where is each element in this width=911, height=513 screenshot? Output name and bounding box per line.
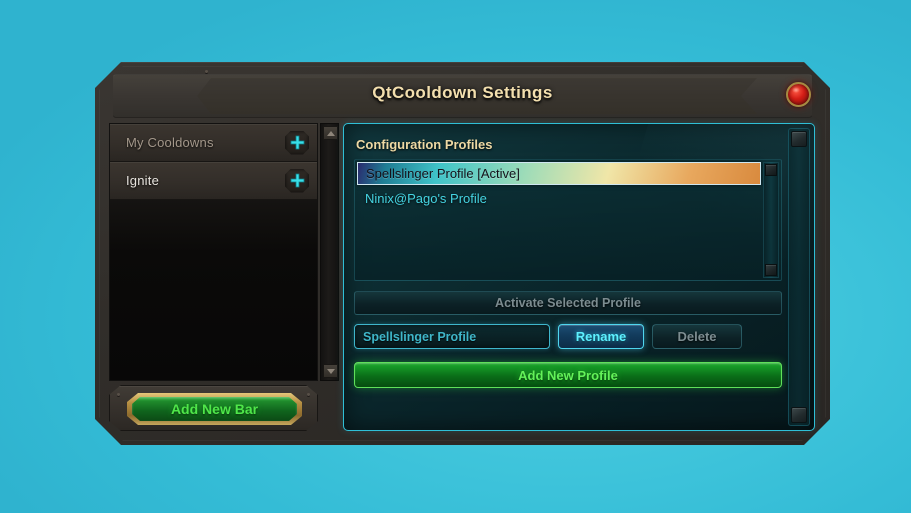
bars-panel: My Cooldowns Ignite Add New Bar — [109, 123, 339, 431]
plate-rivet — [307, 393, 310, 396]
bar-label: My Cooldowns — [126, 135, 214, 150]
chevron-down-icon[interactable] — [323, 364, 338, 378]
activate-label: Activate Selected Profile — [495, 296, 641, 310]
bar-list: My Cooldowns Ignite — [109, 123, 318, 381]
page-title: QtCooldown Settings — [372, 83, 553, 102]
add-new-profile-label: Add New Profile — [518, 367, 618, 383]
add-new-bar-label: Add New Bar — [170, 401, 259, 417]
close-icon[interactable] — [786, 82, 811, 107]
bar-label: Ignite — [126, 173, 160, 188]
panel-content: Configuration Profiles Spellslinger Prof… — [354, 132, 782, 422]
bar-list-scrollbar[interactable] — [320, 123, 339, 381]
profile-list[interactable]: Spellslinger Profile [Active] Ninix@Pago… — [354, 159, 782, 281]
title-bar[interactable]: QtCooldown Settings — [113, 74, 812, 118]
add-bar-plate: Add New Bar — [109, 385, 318, 431]
plate-rivet — [117, 393, 120, 396]
add-new-bar-button[interactable]: Add New Bar — [132, 397, 297, 421]
scroll-down-button[interactable] — [791, 407, 807, 423]
profile-list-item[interactable]: Ninix@Pago's Profile — [357, 187, 761, 209]
frame-rivet — [205, 70, 208, 73]
plus-icon[interactable] — [285, 131, 309, 155]
add-bar-frame: Add New Bar — [127, 393, 302, 425]
scroll-up-button[interactable] — [765, 164, 777, 176]
delete-button[interactable]: Delete — [652, 324, 742, 349]
chevron-up-icon[interactable] — [323, 126, 338, 140]
rename-label: Rename — [575, 329, 627, 344]
rename-button[interactable]: Rename — [558, 324, 644, 349]
scroll-down-button[interactable] — [765, 264, 777, 276]
profile-controls-row: Spellslinger Profile Rename Delete — [354, 324, 782, 349]
list-item[interactable]: My Cooldowns — [110, 124, 317, 162]
profile-name-input[interactable]: Spellslinger Profile — [354, 324, 550, 349]
profile-list-scrollbar[interactable] — [763, 162, 779, 278]
list-item[interactable]: Ignite — [110, 162, 317, 200]
settings-window: QtCooldown Settings My Cooldowns Ignite — [95, 62, 830, 445]
add-new-profile-button[interactable]: Add New Profile — [354, 362, 782, 388]
activate-selected-profile-button[interactable]: Activate Selected Profile — [354, 291, 782, 315]
plus-icon[interactable] — [285, 169, 309, 193]
delete-label: Delete — [677, 329, 717, 344]
profile-label: Spellslinger Profile [Active] — [366, 166, 520, 181]
profile-label: Ninix@Pago's Profile — [365, 190, 487, 206]
profile-list-item[interactable]: Spellslinger Profile [Active] — [357, 162, 761, 185]
scroll-up-button[interactable] — [791, 131, 807, 147]
section-title: Configuration Profiles — [356, 137, 493, 152]
configuration-profiles-panel: Configuration Profiles Spellslinger Prof… — [343, 123, 815, 431]
panel-scrollbar[interactable] — [788, 128, 810, 426]
